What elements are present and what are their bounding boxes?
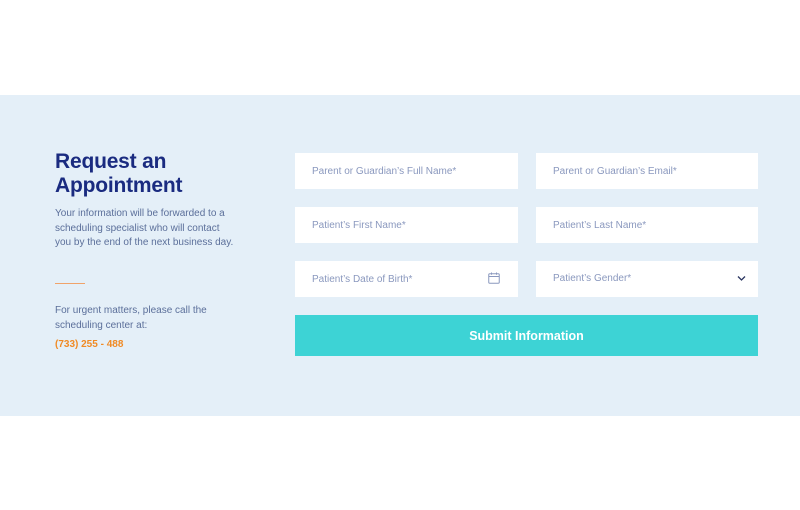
patient-gender-select[interactable]: Patient’s Gender*: [536, 261, 758, 297]
patient-gender-label: Patient’s Gender*: [553, 273, 632, 284]
urgent-text: For urgent matters, please call the sche…: [55, 305, 207, 331]
patient-first-name-input[interactable]: [295, 207, 518, 243]
page-title: Request an Appointment: [55, 150, 235, 198]
phone-link[interactable]: (733) 255 - 488: [55, 338, 123, 352]
patient-dob-input[interactable]: [295, 261, 518, 297]
appointment-intro: Request an Appointment Your information …: [55, 150, 235, 251]
title-line-1: Request an: [55, 150, 167, 173]
divider: [55, 283, 85, 284]
title-line-2: Appointment: [55, 174, 183, 197]
submit-button[interactable]: Submit Information: [295, 315, 758, 356]
appointment-section: [0, 95, 800, 416]
calendar-icon[interactable]: [488, 272, 500, 284]
guardian-email-input[interactable]: [536, 153, 758, 189]
guardian-name-input[interactable]: [295, 153, 518, 189]
patient-last-name-input[interactable]: [536, 207, 758, 243]
intro-description: Your information will be forwarded to a …: [55, 208, 234, 248]
chevron-down-icon: [737, 276, 746, 281]
